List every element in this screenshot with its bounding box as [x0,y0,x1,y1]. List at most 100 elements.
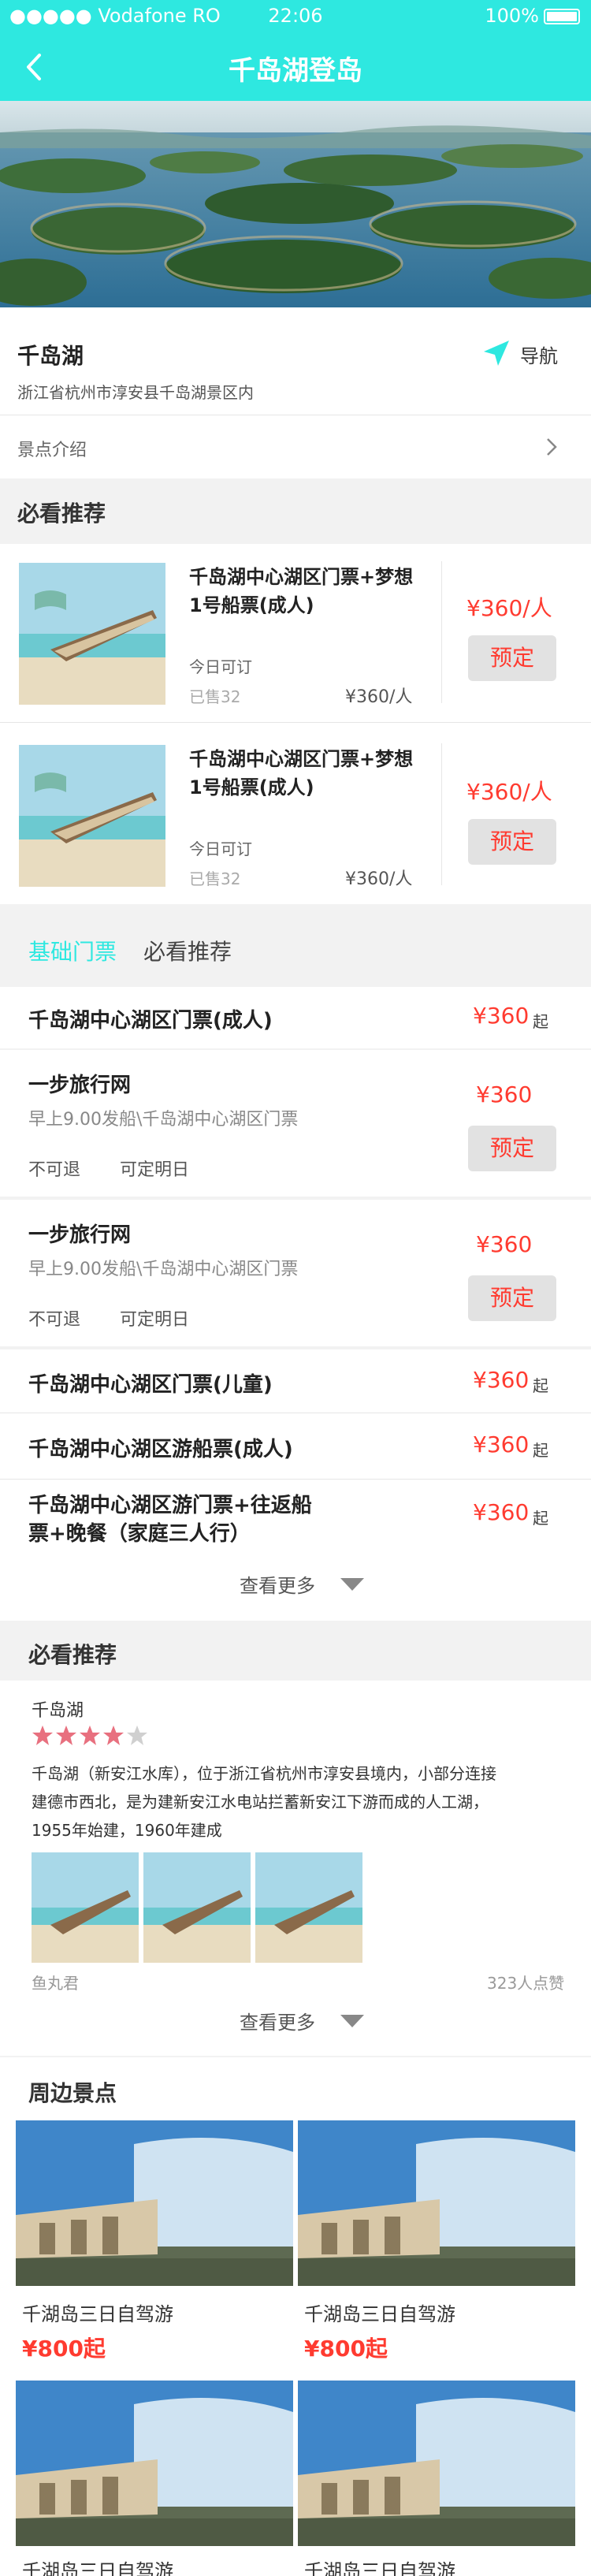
ticket-group-name: 千岛湖中心湖区游门票+往返船 票+晚餐（家庭三人行） [28,1491,312,1548]
price-suffix: 起 [533,1012,548,1031]
more-ticket-groups: 千岛湖中心湖区门票(儿童) ¥360 起 千岛湖中心湖区游船票(成人) ¥360… [0,1349,591,1621]
ticket-group-name: 千岛湖中心湖区门票(儿童) [28,1373,273,1397]
tag-book-tomorrow: 可定明日 [120,1310,190,1330]
availability: 今日可订 [189,839,252,858]
product-name-line2: 1号船票(成人) [189,776,314,798]
tab-basic-tickets[interactable]: 基础门票 [28,935,117,966]
product-name-line2: 1号船票(成人) [189,594,314,616]
ticket-group-row[interactable]: 千岛湖中心湖区门票(儿童) ¥360 起 [0,1349,591,1413]
price-small: ¥360/人 [345,687,413,707]
boat-beach-image [19,563,165,705]
vendor-name: 一步旅行网 [28,1223,132,1247]
ticket-group-price: ¥360 [473,1003,530,1029]
nearby-price: ¥800起 [22,2336,106,2362]
tag-non-refundable: 不可退 [28,1310,81,1330]
nearby-card[interactable]: 千湖岛三日自驾游 ¥800起 [16,2120,293,2373]
section-title-must-see: 必看推荐 [17,501,106,527]
see-more-button[interactable]: 查看更多 [236,1567,370,1599]
tag-book-tomorrow: 可定明日 [120,1160,190,1180]
lake-islands-image [0,101,591,307]
battery-icon [544,9,580,24]
nav-bar: 千岛湖登岛 [0,39,591,95]
book-button[interactable]: 预定 [468,819,556,865]
vendor-name: 一步旅行网 [28,1074,132,1097]
offer-desc: 早上9.00发船\千岛湖中心湖区门票 [28,1110,299,1130]
chevron-down-icon [340,2015,364,2027]
navigate-label: 导航 [520,345,558,367]
offer-row[interactable]: 一步旅行网 早上9.00发船\千岛湖中心湖区门票 不可退 可定明日 ¥360 预… [0,1200,591,1346]
price-suffix: 起 [533,1441,548,1460]
ticket-group-price: ¥360 [473,1499,530,1525]
boat-beach-image [19,745,165,887]
hotel-building-image [298,2381,575,2546]
see-more-label: 查看更多 [240,1575,315,1597]
book-button[interactable]: 预定 [468,1126,556,1171]
tab-must-see[interactable]: 必看推荐 [143,935,232,966]
chevron-right-icon [547,438,557,456]
offer-row[interactable]: 一步旅行网 早上9.00发船\千岛湖中心湖区门票 不可退 可定明日 ¥360 预… [0,1050,591,1197]
review-likes: 323人点赞 [487,1974,565,1993]
ticket-tabs: 基础门票 必看推荐 [0,906,591,985]
book-button[interactable]: 预定 [468,1275,556,1321]
nearby-card[interactable]: 千湖岛三日自驾游 ¥800起 [298,2120,575,2373]
stars-icon [32,1725,147,1745]
review-photo-thumbnails [32,1852,362,1963]
page-title: 千岛湖登岛 [229,55,362,87]
star-rating [32,1725,158,1748]
place-info-card: 千岛湖 浙江省杭州市淳安县千岛湖景区内 导航 [0,307,591,415]
price: ¥360/人 [466,595,552,621]
product-card[interactable]: 千岛湖中心湖区门票+梦想 1号船票(成人) 今日可订 已售32 ¥360/人 ¥… [0,723,591,904]
ticket-group-name: 千岛湖中心湖区门票(成人) [28,1009,273,1033]
ticket-group-name-line2: 票+晚餐（家庭三人行） [28,1522,251,1546]
intro-label: 景点介绍 [17,441,87,460]
nearby-name: 千湖岛三日自驾游 [22,2560,173,2576]
price-suffix: 起 [533,1376,548,1395]
divider [0,1479,591,1480]
nearby-card[interactable]: 千湖岛三日自驾游 [16,2381,293,2576]
review-photos [32,1852,362,1963]
availability: 今日可订 [189,657,252,676]
tag-non-refundable: 不可退 [28,1160,81,1180]
divider [441,561,442,703]
sold-count: 已售32 [189,869,241,888]
hotel-building-image [16,2381,293,2546]
review-text-line1: 千岛湖（新安江水库），位于浙江省杭州市淳安县境内，小部分连接 [32,1764,496,1783]
ticket-group-price: ¥360 [473,1431,530,1457]
nearby-name: 千湖岛三日自驾游 [304,2303,455,2325]
intro-row[interactable]: 景点介绍 [0,415,591,478]
place-name: 千岛湖 [17,343,84,369]
review-place: 千岛湖 [32,1701,84,1721]
ticket-group-name: 千岛湖中心湖区游船票(成人) [28,1438,293,1461]
offer-price: ¥360 [476,1231,533,1257]
hotel-building-image [298,2120,575,2286]
status-bar: ●●●●● Vodafone RO 22:06 100% [0,0,591,32]
product-name-line1: 千岛湖中心湖区门票+梦想 [189,748,414,770]
navigate-button[interactable]: 导航 [481,337,575,369]
offer-price: ¥360 [476,1081,533,1107]
section-title-nearby: 周边景点 [28,2080,117,2106]
nearby-name: 千湖岛三日自驾游 [304,2560,455,2576]
review-card: 千岛湖 千岛湖（新安江水库），位于浙江省杭州市淳安县境内，小部分连接 建德市西北… [0,1681,591,2056]
review-text-line3: 1955年始建，1960年建成 [32,1821,222,1840]
ticket-group-row[interactable]: 千岛湖中心湖区游门票+往返船 票+晚餐（家庭三人行） ¥360 起 [0,1480,591,1556]
book-button[interactable]: 预定 [468,635,556,681]
navigation-arrow-icon [484,341,509,366]
battery-status: 100% [485,5,580,27]
nearby-section: 周边景点 千湖岛三日自驾游 ¥800起 千湖岛三日自驾游 ¥800起 千湖岛三日… [0,2057,591,2576]
ticket-group-price: ¥360 [473,1367,530,1393]
nearby-card[interactable]: 千湖岛三日自驾游 [298,2381,575,2576]
ticket-group-row[interactable]: 千岛湖中心湖区游船票(成人) ¥360 起 [0,1414,591,1477]
battery-percent: 100% [485,5,539,27]
see-more-label: 查看更多 [240,2012,315,2034]
see-more-button[interactable]: 查看更多 [236,2004,370,2035]
hotel-building-image [16,2120,293,2286]
ticket-group-name-line1: 千岛湖中心湖区游门票+往返船 [28,1494,312,1517]
nearby-name: 千湖岛三日自驾游 [22,2303,173,2325]
ticket-group-row[interactable]: 千岛湖中心湖区门票(成人) ¥360 起 [0,987,591,1048]
nearby-price: ¥800起 [304,2336,388,2362]
top-header: ●●●●● Vodafone RO 22:06 100% 千岛湖登岛 [0,0,591,101]
product-card[interactable]: 千岛湖中心湖区门票+梦想 1号船票(成人) 今日可订 已售32 ¥360/人 ¥… [0,544,591,722]
product-name: 千岛湖中心湖区门票+梦想 1号船票(成人) [189,745,413,802]
place-address: 浙江省杭州市淳安县千岛湖景区内 [17,383,254,402]
section-title-review: 必看推荐 [28,1642,117,1668]
